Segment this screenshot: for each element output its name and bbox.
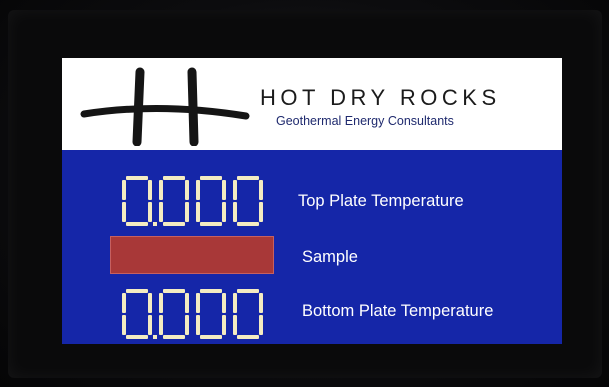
decimal-point bbox=[153, 222, 157, 226]
seven-segment-digit bbox=[233, 176, 263, 226]
brand-subtitle: Geothermal Energy Consultants bbox=[276, 114, 454, 128]
seven-segment-digit bbox=[159, 176, 189, 226]
seven-segment-digit bbox=[196, 289, 226, 339]
brand-header: HOT DRY ROCKS Geothermal Energy Consulta… bbox=[62, 58, 562, 150]
brand-title: HOT DRY ROCKS bbox=[260, 85, 501, 110]
top-plate-temperature-label: Top Plate Temperature bbox=[298, 192, 464, 210]
sample-indicator bbox=[110, 236, 274, 274]
hmi-screen: HOT DRY ROCKS Geothermal Energy Consulta… bbox=[62, 58, 562, 344]
seven-segment-digit bbox=[122, 176, 152, 226]
seven-segment-digit bbox=[233, 289, 263, 339]
bottom-plate-temperature-display bbox=[120, 286, 280, 342]
seven-segment-digit bbox=[196, 176, 226, 226]
readings-panel: Top Plate Temperature Sample Bottom Plat… bbox=[62, 150, 562, 344]
decimal-point bbox=[153, 335, 157, 339]
bottom-plate-temperature-label: Bottom Plate Temperature bbox=[302, 302, 494, 320]
hdr-logo-icon bbox=[80, 64, 250, 151]
seven-segment-digit bbox=[159, 289, 189, 339]
top-plate-temperature-display bbox=[120, 173, 280, 229]
sample-label: Sample bbox=[302, 248, 358, 266]
seven-segment-digit bbox=[122, 289, 152, 339]
